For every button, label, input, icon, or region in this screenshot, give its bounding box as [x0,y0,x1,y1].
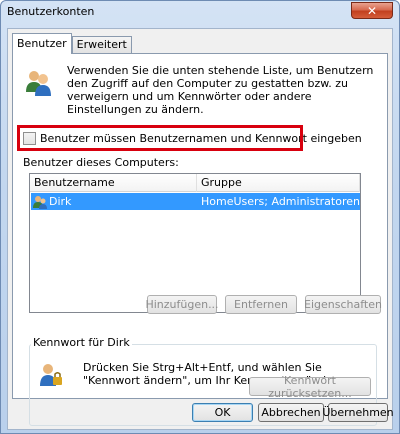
row-username: Dirk [49,195,72,208]
tab-erweitert[interactable]: Erweitert [71,36,132,54]
tab-panel-benutzer: Verwenden Sie die unten stehende Liste, … [12,53,388,426]
users-list[interactable]: Benutzername Gruppe Dirk HomeUsers; Admi… [29,173,361,313]
column-group[interactable]: Gruppe [197,174,360,192]
user-icon [33,195,47,209]
password-group-title: Kennwort für Dirk [31,336,132,349]
close-button[interactable]: ✕ [351,2,393,19]
require-password-checkbox-row[interactable]: Benutzer müssen Benutzernamen und Kennwo… [23,130,362,146]
title-bar[interactable]: Benutzerkonten ✕ [1,1,399,23]
remove-button[interactable]: Entfernen [225,295,297,314]
dialog-body: Benutzer Erweitert Verwenden Sie die unt… [7,28,394,430]
close-icon: ✕ [366,3,378,18]
user-accounts-window: Benutzerkonten ✕ Benutzer Erweitert Verw… [0,0,400,434]
add-button[interactable]: Hinzufügen... [145,295,219,314]
require-password-checkbox[interactable] [23,131,36,145]
users-section-label: Benutzer dieses Computers: [23,156,179,169]
require-password-label[interactable]: Benutzer müssen Benutzernamen und Kennwo… [40,132,362,145]
tab-benutzer[interactable]: Benutzer [12,33,72,54]
tab-strip: Benutzer Erweitert [12,33,132,55]
user-password-icon [40,364,62,386]
reset-password-button[interactable]: Kennwort zurücksetzen... [249,374,371,400]
properties-button[interactable]: Eigenschaften [304,295,382,314]
cancel-button[interactable]: Abbrechen [258,403,324,422]
users-icon [26,71,51,96]
apply-button[interactable]: Übernehmen [322,403,394,422]
table-row[interactable]: Dirk HomeUsers; Administratoren [31,193,360,210]
column-username[interactable]: Benutzername [30,174,197,192]
description-text: Verwenden Sie die unten stehende Liste, … [67,64,374,116]
row-group: HomeUsers; Administratoren [201,195,360,208]
users-list-header: Benutzername Gruppe [30,174,360,192]
window-title: Benutzerkonten [7,5,95,18]
ok-button[interactable]: OK [192,403,253,422]
